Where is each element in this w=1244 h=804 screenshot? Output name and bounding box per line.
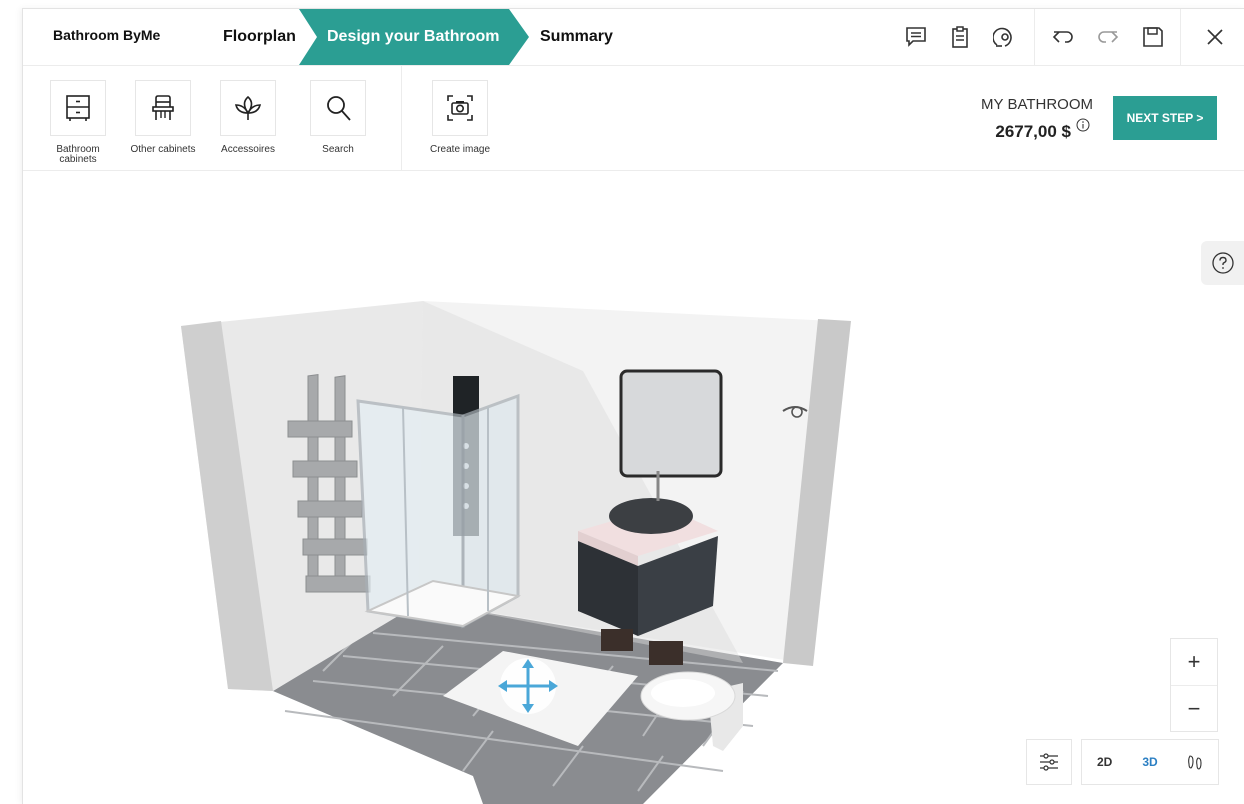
tool-bathroom-cabinets[interactable]: Bathroom cabinets (38, 80, 118, 165)
design-canvas[interactable]: + − 2D 3D (23, 171, 1244, 804)
camera-icon (447, 95, 473, 121)
brand-logo: Bathroom ByMe (53, 27, 161, 43)
question-icon (1212, 252, 1234, 274)
tools-divider (401, 66, 402, 170)
basket (649, 641, 683, 665)
shower-enclosure (356, 393, 521, 629)
comment-icon[interactable] (904, 25, 928, 49)
zoom-out-button[interactable]: − (1171, 686, 1217, 732)
top-bar: Bathroom ByMe Floorplan Design your Bath… (23, 9, 1244, 66)
app-window: Bathroom ByMe Floorplan Design your Bath… (22, 8, 1244, 804)
mirror (619, 369, 723, 478)
sliders-icon (1040, 753, 1058, 771)
search-icon (327, 96, 351, 121)
location-icon[interactable] (993, 25, 1017, 49)
plant-icon (234, 95, 262, 120)
step-summary[interactable]: Summary (540, 9, 613, 65)
undo-icon[interactable] (1051, 25, 1075, 49)
zoom-controls: + − (1170, 638, 1218, 732)
walk-mode-button[interactable] (1173, 740, 1218, 784)
tool-label: Create image (429, 144, 491, 155)
help-button[interactable] (1201, 241, 1244, 285)
close-icon[interactable] (1203, 25, 1227, 49)
tool-accessoires[interactable]: Accessoires (208, 80, 288, 155)
tool-label: Other cabinets (130, 144, 196, 155)
price-title: MY BATHROOM (981, 96, 1093, 113)
basket (601, 629, 633, 651)
view-3d-button[interactable]: 3D (1127, 740, 1172, 784)
tool-search[interactable]: Search (298, 80, 378, 155)
step-floorplan[interactable]: Floorplan (223, 9, 296, 65)
save-icon[interactable] (1141, 25, 1165, 49)
footprints-icon (1188, 755, 1202, 770)
clipboard-icon[interactable] (948, 25, 972, 49)
settings-button[interactable] (1026, 739, 1072, 785)
redo-icon[interactable] (1096, 25, 1120, 49)
toolbar-divider (1034, 9, 1035, 65)
tool-label: Bathroom cabinets (56, 144, 100, 165)
zoom-in-button[interactable]: + (1171, 639, 1217, 686)
tool-label: Accessoires (221, 144, 275, 155)
tool-label: Search (322, 144, 354, 155)
step-design-label: Design your Bathroom (327, 28, 500, 45)
tool-create-image[interactable]: Create image (420, 80, 500, 155)
toolbar-divider (1180, 9, 1181, 65)
price-value: 2677,00 $ (995, 122, 1071, 141)
view-2d-button[interactable]: 2D (1082, 740, 1127, 784)
info-icon[interactable] (1076, 118, 1090, 132)
tool-other-cabinets[interactable]: Other cabinets (123, 80, 203, 155)
tools-row: Bathroom cabinets Other cabinets Accesso… (23, 66, 1244, 171)
room-3d-view[interactable] (23, 171, 1244, 804)
view-mode-toggle: 2D 3D (1081, 739, 1219, 785)
next-step-button[interactable]: NEXT STEP > (1113, 96, 1217, 140)
cabinet-icon (66, 95, 90, 121)
chair-icon (152, 95, 174, 120)
